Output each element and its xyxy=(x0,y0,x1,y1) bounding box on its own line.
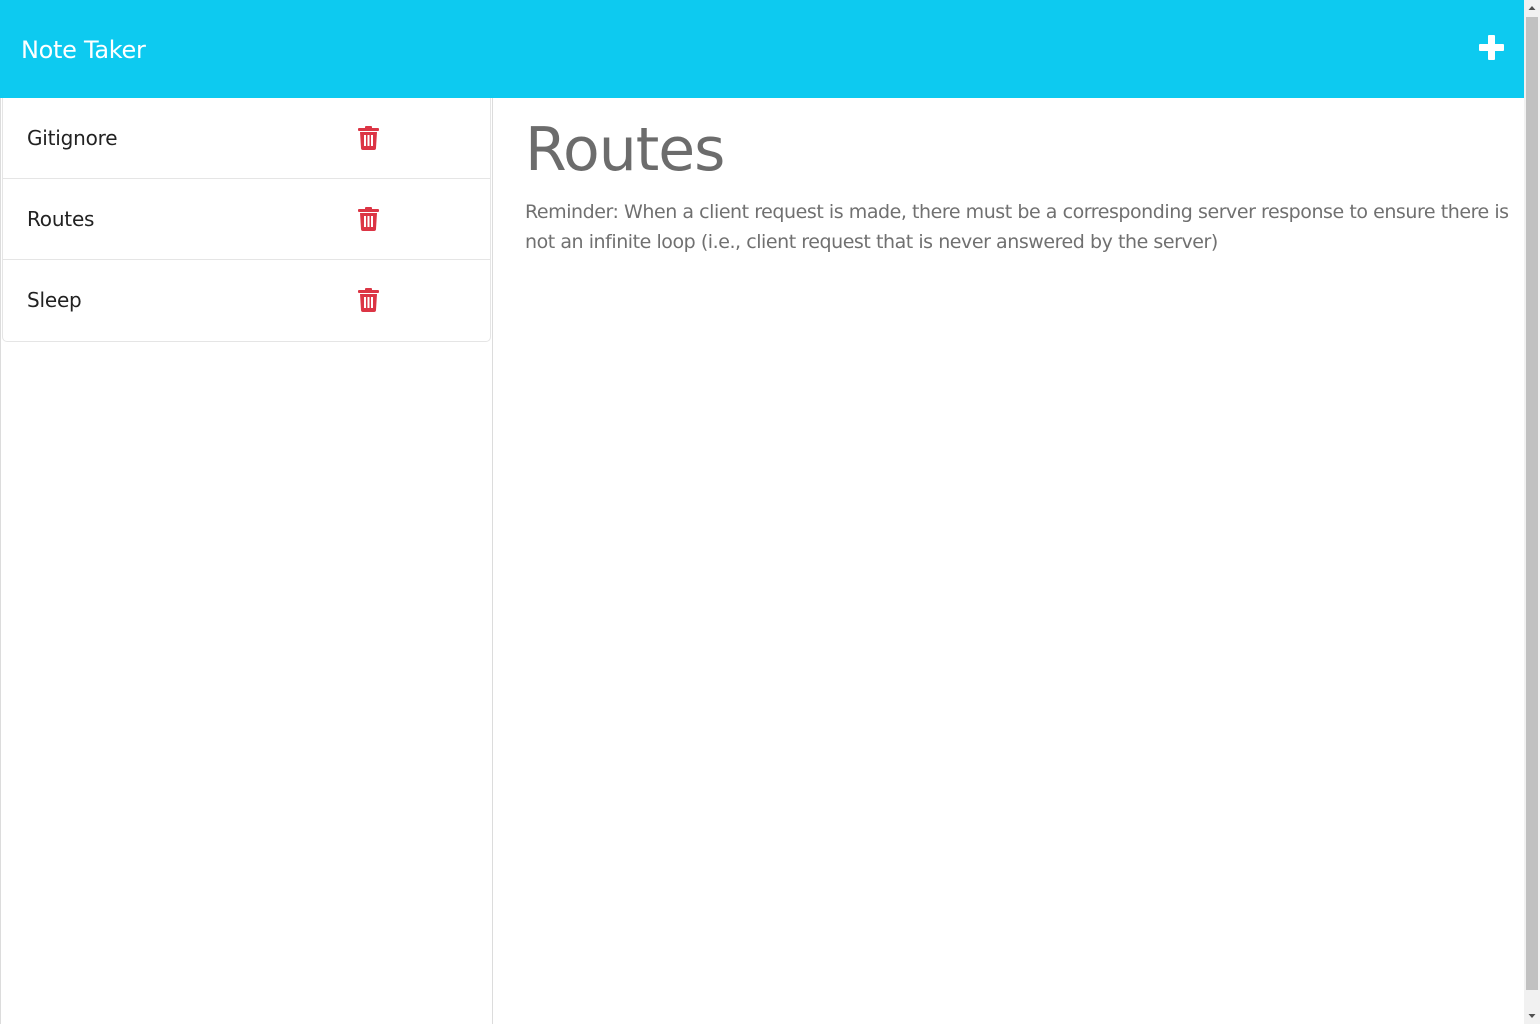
plus-icon xyxy=(1479,35,1504,60)
note-item-routes[interactable]: Routes xyxy=(3,179,490,260)
delete-note-button[interactable] xyxy=(358,288,379,312)
trash-icon xyxy=(358,288,379,312)
delete-note-button[interactable] xyxy=(358,126,379,150)
caret-down-icon xyxy=(1528,1014,1536,1018)
note-item-title[interactable]: Gitignore xyxy=(27,125,118,151)
note-list: Gitignore Routes Sleep xyxy=(2,98,491,342)
delete-note-button[interactable] xyxy=(358,207,379,231)
notes-sidebar: Gitignore Routes Sleep xyxy=(0,98,493,1024)
scroll-thumb[interactable] xyxy=(1526,17,1538,990)
trash-icon xyxy=(358,207,379,231)
note-taker-app: Note Taker Gitignore Routes Sleep Routes… xyxy=(0,0,1540,1024)
note-item-sleep[interactable]: Sleep xyxy=(3,260,490,341)
note-item-title[interactable]: Sleep xyxy=(27,287,82,313)
scroll-down-button[interactable] xyxy=(1524,1007,1540,1024)
scroll-up-button[interactable] xyxy=(1524,0,1540,17)
trash-icon xyxy=(358,126,379,150)
app-title[interactable]: Note Taker xyxy=(21,35,146,65)
note-text-field[interactable]: Reminder: When a client request is made,… xyxy=(525,197,1510,257)
caret-up-icon xyxy=(1528,6,1536,10)
navbar: Note Taker xyxy=(0,0,1524,98)
vertical-scrollbar[interactable] xyxy=(1524,0,1540,1024)
note-title-field[interactable]: Routes xyxy=(525,116,725,184)
note-editor: Routes Reminder: When a client request i… xyxy=(493,98,1524,1024)
note-item-title[interactable]: Routes xyxy=(27,206,94,232)
new-note-button[interactable] xyxy=(1476,32,1508,64)
note-item-gitignore[interactable]: Gitignore xyxy=(3,98,490,179)
